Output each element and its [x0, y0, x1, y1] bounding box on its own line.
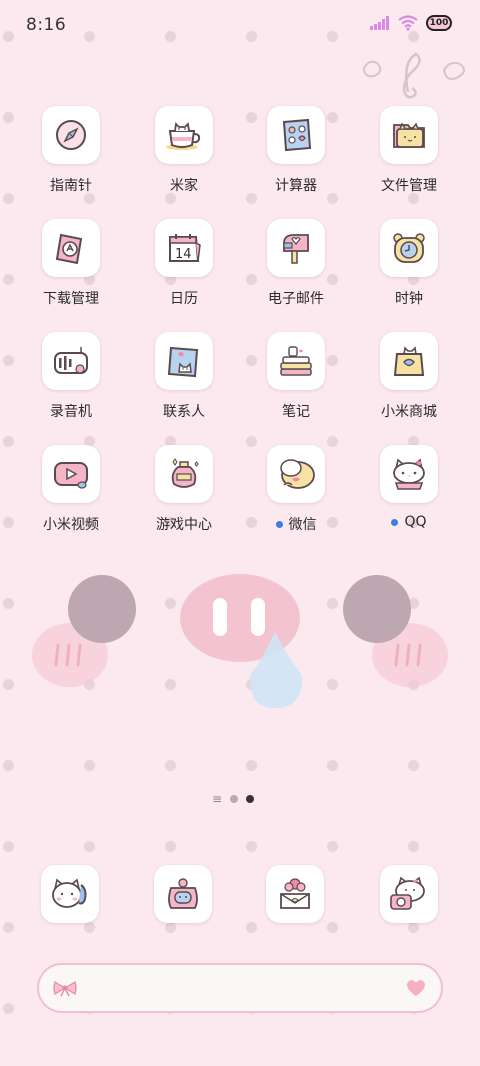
search-bar[interactable] — [37, 963, 443, 1013]
app-tile[interactable] — [380, 219, 438, 277]
dock-phone[interactable] — [41, 865, 99, 923]
notes-books-icon — [280, 346, 312, 376]
status-bar: 8:16 100 — [0, 0, 480, 52]
calendar-icon: 14 — [169, 234, 201, 262]
game-potion-icon — [171, 458, 199, 488]
app-tile[interactable] — [267, 106, 325, 164]
notification-dot — [275, 520, 283, 528]
app-calendar[interactable]: 14 日历 — [134, 219, 234, 308]
app-label: QQ — [359, 514, 459, 530]
app-label: 游戏中心 — [156, 517, 212, 533]
battery-icon: 100 — [426, 15, 452, 31]
wechat-chick-icon — [280, 459, 315, 489]
app-label: 指南针 — [50, 178, 92, 194]
app-qq[interactable]: QQ — [359, 445, 459, 530]
app-wechat[interactable]: 微信 — [246, 445, 346, 534]
app-label: 计算器 — [275, 178, 317, 194]
app-tile[interactable]: 14 — [155, 219, 213, 277]
app-mi-video[interactable]: 小米视频 — [21, 445, 121, 534]
dock-messages[interactable] — [266, 865, 324, 923]
app-label: 下载管理 — [43, 291, 99, 307]
app-tile[interactable] — [380, 106, 438, 164]
app-clock[interactable]: 时钟 — [359, 219, 459, 308]
bow-icon — [53, 981, 77, 997]
app-label: 小米视频 — [43, 517, 99, 533]
app-mi-store[interactable]: 小米商城 — [359, 332, 459, 421]
recorder-icon — [54, 347, 88, 374]
app-tile[interactable] — [267, 445, 325, 503]
app-tile[interactable] — [42, 445, 100, 503]
browser-astronaut-icon — [168, 878, 198, 909]
app-compass[interactable]: 指南针 — [21, 106, 121, 195]
app-tile[interactable] — [42, 332, 100, 390]
app-tile[interactable] — [155, 106, 213, 164]
app-contacts[interactable]: 联系人 — [134, 332, 234, 421]
svg-text:14: 14 — [175, 247, 192, 262]
app-label: 小米商城 — [381, 404, 437, 420]
app-tile[interactable] — [380, 445, 438, 503]
app-label: 联系人 — [163, 404, 205, 420]
app-label: 日历 — [170, 291, 198, 307]
download-icon — [55, 233, 83, 265]
teacup-cat-icon — [166, 122, 201, 150]
app-tile[interactable] — [155, 332, 213, 390]
calculator-icon — [282, 118, 312, 152]
app-label: 时钟 — [395, 291, 423, 307]
wallpaper-face-decoration — [32, 574, 448, 708]
phone-cat-icon — [52, 878, 87, 908]
dock-camera[interactable] — [380, 865, 438, 923]
app-tile[interactable] — [267, 219, 325, 277]
page-indicator[interactable]: ≡ — [212, 793, 255, 805]
app-email[interactable]: 电子邮件 — [246, 219, 346, 308]
app-label: 笔记 — [282, 404, 310, 420]
notification-dot — [391, 518, 399, 526]
app-mijia[interactable]: 米家 — [134, 106, 234, 195]
mailbox-icon — [283, 234, 309, 264]
compass-icon — [56, 120, 86, 150]
app-tile[interactable] — [155, 445, 213, 503]
app-file-manager[interactable]: 文件管理 — [359, 106, 459, 195]
app-tile[interactable] — [380, 332, 438, 390]
app-notes[interactable]: 笔记 — [246, 332, 346, 421]
app-tile[interactable] — [267, 332, 325, 390]
app-game-center[interactable]: 游戏中心 — [134, 445, 234, 534]
signal-icon — [370, 16, 389, 30]
app-tile[interactable] — [42, 106, 100, 164]
contacts-icon — [167, 346, 199, 378]
status-time: 8:16 — [26, 15, 67, 35]
battery-level: 100 — [429, 18, 449, 28]
shopping-bag-icon — [393, 346, 425, 376]
app-download-manager[interactable]: 下载管理 — [21, 219, 121, 308]
dock-browser[interactable] — [154, 865, 212, 923]
app-label: 录音机 — [50, 404, 92, 420]
app-tile[interactable] — [42, 219, 100, 277]
camera-cat-icon — [390, 876, 425, 910]
app-drawer-icon[interactable]: ≡ — [212, 793, 222, 805]
page-dot[interactable] — [230, 795, 239, 803]
message-flower-icon — [280, 878, 310, 909]
page-dot-active[interactable] — [246, 795, 255, 803]
qq-kitty-icon — [393, 458, 425, 490]
app-label: 微信 — [246, 514, 346, 534]
app-label: 文件管理 — [381, 178, 437, 194]
heart-icon[interactable] — [405, 978, 427, 998]
app-calculator[interactable]: 计算器 — [246, 106, 346, 195]
status-icons: 100 — [370, 15, 452, 31]
app-label: 米家 — [170, 178, 198, 194]
app-label: 电子邮件 — [268, 291, 324, 307]
video-play-icon — [54, 462, 88, 489]
alarm-clock-icon — [393, 233, 425, 263]
wifi-icon — [398, 15, 418, 31]
app-recorder[interactable]: 录音机 — [21, 332, 121, 421]
music-note-decoration-icon — [362, 52, 465, 99]
cat-folder-icon — [393, 122, 425, 148]
